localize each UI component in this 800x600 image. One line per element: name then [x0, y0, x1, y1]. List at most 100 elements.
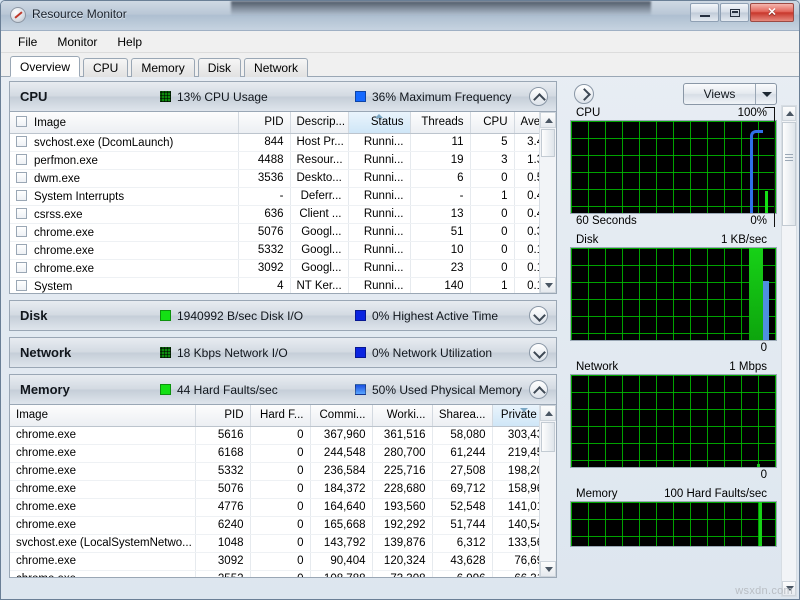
- memory-col-image[interactable]: Image: [10, 405, 196, 427]
- table-row[interactable]: dwm.exe3536Deskto...Runni...600.59: [10, 169, 556, 188]
- cpu-row-desc: Googl...: [290, 241, 349, 260]
- cpu-col-image[interactable]: Image: [10, 112, 239, 134]
- menu-bar: File Monitor Help: [1, 31, 799, 53]
- memory-table-scrollbar[interactable]: [539, 405, 556, 577]
- cpu-row-status: Runni...: [348, 259, 411, 278]
- right-pane: Views CPU 100% 60 Seconds 0% Disk 1 KB/s…: [564, 75, 799, 599]
- right-pane-scrollbar[interactable]: [781, 105, 797, 597]
- cpu-row-status: Runni...: [348, 223, 411, 242]
- cpu-row-status: Runni...: [348, 241, 411, 260]
- network-expand-chevron-down-icon[interactable]: [529, 343, 548, 362]
- table-row[interactable]: chrome.exe 3092 0 90,404 120,324 43,628 76,696: [10, 552, 556, 571]
- cpu-section-header[interactable]: CPU 13% CPU Usage 36% Maximum Frequency: [10, 82, 556, 112]
- memory-scroll-up-button[interactable]: [540, 405, 556, 421]
- cpu-scroll-up-button[interactable]: [540, 112, 556, 128]
- views-button-label: Views: [703, 87, 736, 101]
- memory-row-shareable: 61,244: [432, 444, 493, 463]
- cpu-row-status: Runni...: [348, 169, 411, 188]
- cpu-row-desc: Googl...: [290, 223, 349, 242]
- minimize-button[interactable]: [690, 3, 719, 22]
- graph-memory: Memory 100 Hard Faults/sec: [570, 488, 777, 547]
- memory-col-working-set[interactable]: Worki...: [372, 405, 433, 427]
- memory-scroll-thumb[interactable]: [541, 422, 555, 452]
- network-section-header[interactable]: Network 18 Kbps Network I/O 0% Network U…: [10, 338, 556, 367]
- menu-help[interactable]: Help: [108, 33, 151, 51]
- memory-row-pid: 5616: [195, 426, 251, 445]
- disk-expand-chevron-down-icon[interactable]: [529, 306, 548, 325]
- memory-col-shareable[interactable]: Sharea...: [432, 405, 493, 427]
- table-row[interactable]: chrome.exe5076Googl...Runni...5100.39: [10, 223, 556, 242]
- cpu-row-cpu: 5: [470, 133, 515, 152]
- maximize-button[interactable]: [720, 3, 749, 22]
- memory-row-working: 192,292: [372, 516, 433, 535]
- table-row[interactable]: chrome.exe3092Googl...Runni...2300.19: [10, 259, 556, 278]
- cpu-col-status[interactable]: Status: [348, 112, 411, 134]
- row-checkbox[interactable]: [16, 207, 27, 219]
- table-row[interactable]: chrome.exe 5332 0 236,584 225,716 27,508 198,2…: [10, 462, 556, 481]
- memory-col-hard-faults[interactable]: Hard F...: [250, 405, 311, 427]
- cpu-col-pid[interactable]: PID: [238, 112, 291, 134]
- disk-graph-footer: 0: [570, 341, 777, 354]
- table-row[interactable]: perfmon.exe4488Resour...Runni...1931.35: [10, 151, 556, 170]
- disk-section-header[interactable]: Disk 1940992 B/sec Disk I/O 0% Highest A…: [10, 301, 556, 330]
- table-row[interactable]: csrss.exe636Client ...Runni...1300.40: [10, 205, 556, 224]
- row-checkbox[interactable]: [16, 189, 27, 201]
- table-row[interactable]: chrome.exe 6240 0 165,668 192,292 51,744 140,5…: [10, 516, 556, 535]
- network-utilization-stat: 0% Network Utilization: [355, 346, 492, 360]
- menu-monitor[interactable]: Monitor: [48, 33, 106, 51]
- table-row[interactable]: chrome.exe 5076 0 184,372 228,680 69,712 158,9…: [10, 480, 556, 499]
- cpu-row-image: svchost.exe (DcomLaunch): [34, 136, 174, 149]
- close-button[interactable]: ✕: [750, 3, 794, 22]
- cpu-collapse-chevron-up-icon[interactable]: [529, 87, 548, 106]
- tab-overview[interactable]: Overview: [10, 56, 81, 77]
- memory-collapse-chevron-up-icon[interactable]: [529, 380, 548, 399]
- cpu-col-description[interactable]: Descrip...: [290, 112, 349, 134]
- memory-row-pid: 5332: [195, 462, 251, 481]
- row-checkbox[interactable]: [16, 279, 27, 291]
- memory-row-commit: 236,584: [310, 462, 373, 481]
- table-row[interactable]: chrome.exe 4776 0 164,640 193,560 52,548 141,0…: [10, 498, 556, 517]
- memory-scroll-down-button[interactable]: [540, 561, 556, 577]
- menu-file[interactable]: File: [9, 33, 46, 51]
- row-checkbox[interactable]: [16, 153, 27, 165]
- cpu-col-cpu[interactable]: CPU: [470, 112, 515, 134]
- memory-row-image: chrome.exe: [10, 480, 196, 499]
- row-checkbox[interactable]: [16, 171, 27, 183]
- table-row[interactable]: svchost.exe (DcomLaunch) 844 Host Pr... Run…: [10, 133, 556, 152]
- row-checkbox[interactable]: [16, 135, 27, 147]
- memory-row-hard: 0: [250, 480, 311, 499]
- cpu-select-all-checkbox[interactable]: [16, 115, 27, 127]
- right-scroll-grip: [785, 154, 793, 155]
- row-checkbox[interactable]: [16, 225, 27, 237]
- table-row[interactable]: chrome.exe25520108,78873,3086,99666,312: [10, 570, 556, 577]
- disk-section-title: Disk: [20, 308, 48, 323]
- memory-row-image: chrome.exe: [10, 426, 196, 445]
- cpu-scroll-thumb[interactable]: [541, 129, 555, 157]
- table-row[interactable]: chrome.exe5332Googl...Runni...1000.19: [10, 241, 556, 260]
- cpu-col-threads[interactable]: Threads: [410, 112, 471, 134]
- views-button[interactable]: Views: [683, 83, 777, 105]
- table-row[interactable]: svchost.exe (LocalSystemNetwo... 1048 0 143…: [10, 534, 556, 553]
- memory-row-hard: 0: [250, 516, 311, 535]
- memory-section-header[interactable]: Memory 44 Hard Faults/sec 50% Used Physi…: [10, 375, 556, 405]
- right-scroll-up-button[interactable]: [782, 106, 796, 121]
- row-checkbox[interactable]: [16, 261, 27, 273]
- network-utilization-label: 0% Network Utilization: [372, 345, 493, 360]
- table-row[interactable]: chrome.exe 6168 0 244,548 280,700 61,244 219,4…: [10, 444, 556, 463]
- memory-col-pid[interactable]: PID: [195, 405, 251, 427]
- disk-graph-canvas: [570, 247, 777, 341]
- memory-hard-faults-label: 44 Hard Faults/sec: [177, 382, 278, 397]
- views-chevron-down-icon[interactable]: [755, 84, 776, 104]
- cpu-table-scrollbar[interactable]: [539, 112, 556, 293]
- table-row[interactable]: System4NT Ker...Runni...14010.19: [10, 277, 556, 293]
- cpu-table-header-row: Image PID Descrip... Status Threads CPU …: [10, 112, 556, 134]
- cpu-graph-line: [750, 130, 763, 213]
- row-checkbox[interactable]: [16, 243, 27, 255]
- collapse-panel-chevron-right-icon[interactable]: [574, 84, 594, 104]
- right-scroll-thumb[interactable]: [782, 122, 796, 226]
- cpu-scroll-down-button[interactable]: [540, 277, 556, 293]
- table-row[interactable]: System Interrupts-Deferr...Runni...-10.4…: [10, 187, 556, 206]
- title-bar-glass: [231, 1, 651, 15]
- table-row[interactable]: chrome.exe 5616 0 367,960 361,516 58,080 303,4…: [10, 426, 556, 445]
- memory-col-commit[interactable]: Commi...: [310, 405, 373, 427]
